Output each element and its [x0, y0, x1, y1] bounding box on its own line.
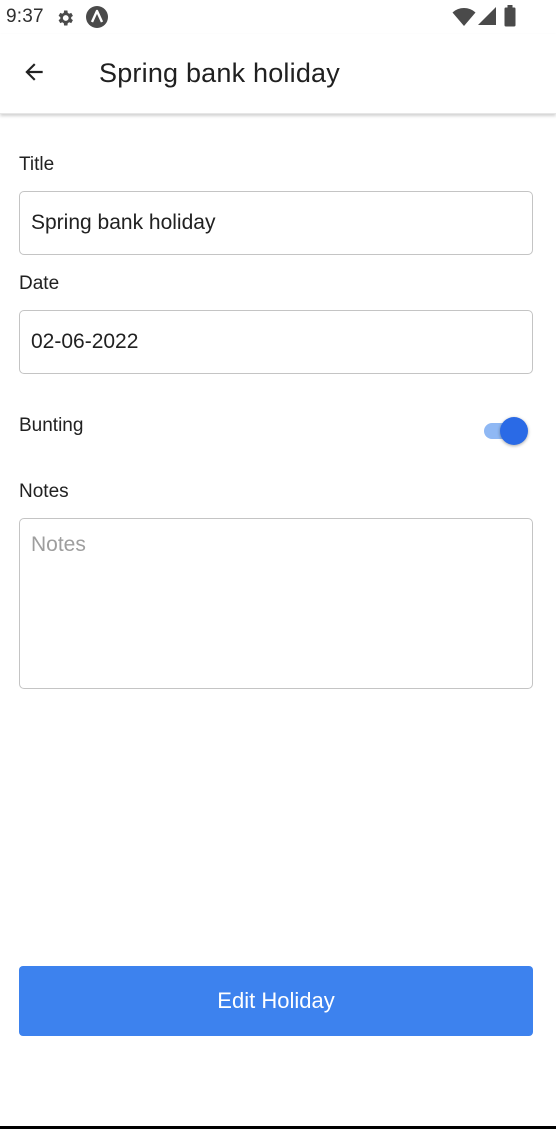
date-input[interactable]	[19, 310, 533, 374]
battery-icon	[504, 5, 516, 32]
bunting-toggle[interactable]	[482, 416, 530, 446]
arrow-left-icon	[21, 59, 47, 90]
signal-icon	[477, 6, 497, 31]
title-label: Title	[19, 154, 55, 175]
page-title: Spring bank holiday	[99, 58, 340, 88]
bunting-label: Bunting	[19, 415, 84, 436]
back-button[interactable]	[14, 56, 54, 92]
title-input[interactable]	[19, 191, 533, 255]
notes-input[interactable]	[19, 518, 533, 689]
wifi-icon	[452, 7, 476, 32]
toggle-thumb	[500, 417, 528, 445]
app-bar: Spring bank holiday	[0, 34, 556, 114]
status-bar: 9:37	[0, 0, 556, 34]
notes-label: Notes	[19, 481, 69, 502]
edit-holiday-button[interactable]: Edit Holiday	[19, 966, 533, 1036]
date-label: Date	[19, 273, 60, 294]
status-time: 9:37	[6, 6, 44, 27]
edit-holiday-label: Edit Holiday	[217, 988, 335, 1013]
a-icon	[85, 5, 109, 34]
gear-icon	[55, 8, 75, 33]
